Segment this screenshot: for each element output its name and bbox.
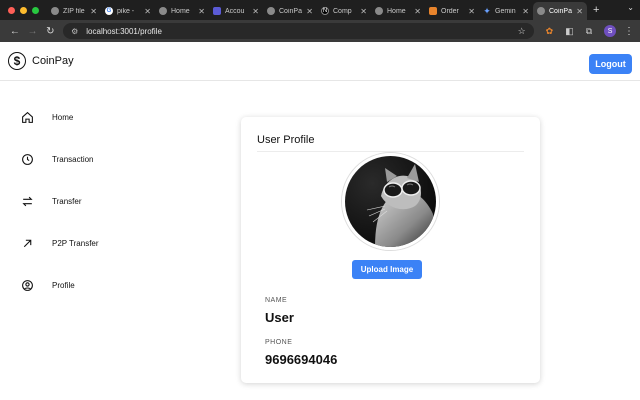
browser-tab[interactable]: Home ✕ (371, 2, 425, 20)
close-tab-icon[interactable]: ✕ (522, 7, 529, 16)
tab-title: Home (387, 7, 406, 15)
tab-search-chevron-icon[interactable]: ⌄ (627, 3, 634, 12)
browser-tab[interactable]: CoinPa ✕ (263, 2, 317, 20)
browser-tab[interactable]: Home ✕ (155, 2, 209, 20)
card-title: User Profile (257, 134, 315, 146)
profile-avatar[interactable]: S (604, 25, 616, 37)
home-icon (20, 110, 34, 124)
dollar-logo-icon: $ (8, 52, 26, 70)
close-tab-icon[interactable]: ✕ (90, 7, 97, 16)
tab-title: Gemin (495, 7, 516, 15)
sidebar: Home Transaction Transfer P2P Transfer P… (0, 81, 150, 400)
globe-icon (267, 7, 275, 15)
sidebar-item-transfer[interactable]: Transfer (20, 193, 82, 209)
arrow-up-right-icon (20, 236, 34, 250)
extension-icon[interactable]: ◧ (565, 26, 574, 37)
globe-icon (159, 7, 167, 15)
tab-title: CoinPa (279, 7, 302, 15)
tab-title: CoinPa (549, 7, 572, 15)
tab-title: Order (441, 7, 459, 15)
browser-tab-active[interactable]: CoinPa ✕ (533, 2, 587, 20)
logout-button[interactable]: Logout (589, 54, 632, 74)
tab-title: Home (171, 7, 190, 15)
close-window-button[interactable] (8, 7, 15, 14)
name-label: NAME (265, 297, 288, 304)
browser-tab[interactable]: N Comp ✕ (317, 2, 371, 20)
sidebar-item-profile[interactable]: Profile (20, 277, 75, 293)
profile-card: User Profile Upload Image NAME User PHON… (241, 117, 540, 383)
url-text: localhost:3001/profile (86, 26, 162, 36)
forward-arrow-icon[interactable]: → (24, 26, 42, 37)
phone-label: PHONE (265, 339, 293, 346)
sidebar-item-label: Transaction (52, 154, 94, 164)
browser-tab[interactable]: ZIP file ✕ (47, 2, 101, 20)
close-tab-icon[interactable]: ✕ (144, 7, 151, 16)
tab-title: Accou (225, 7, 245, 15)
name-value: User (265, 310, 294, 325)
clock-icon (20, 152, 34, 166)
arrows-left-right-icon (20, 194, 34, 208)
bookmark-star-icon[interactable]: ☆ (518, 26, 526, 37)
browser-toolbar: ← → ↻ ⚙ localhost:3001/profile ☆ ✿ ◧ ⧉ S… (0, 20, 640, 42)
close-tab-icon[interactable]: ✕ (576, 7, 583, 16)
upload-image-button[interactable]: Upload Image (352, 260, 422, 279)
browser-tab[interactable]: Accou ✕ (209, 2, 263, 20)
close-tab-icon[interactable]: ✕ (360, 7, 367, 16)
sidebar-item-transaction[interactable]: Transaction (20, 151, 94, 167)
window-controls (0, 7, 47, 20)
extensions-puzzle-icon[interactable]: ⧉ (586, 26, 592, 37)
profile-photo (342, 153, 439, 250)
globe-icon (375, 7, 383, 15)
reload-icon[interactable]: ↻ (41, 26, 59, 37)
sidebar-item-p2p-transfer[interactable]: P2P Transfer (20, 235, 99, 251)
cat-with-glasses-image (345, 156, 436, 247)
maximize-window-button[interactable] (32, 7, 39, 14)
user-circle-icon (20, 278, 34, 292)
close-tab-icon[interactable]: ✕ (252, 7, 259, 16)
browser-tab[interactable]: Order ✕ (425, 2, 479, 20)
close-tab-icon[interactable]: ✕ (306, 7, 313, 16)
browser-tab[interactable]: Gpike - ✕ (101, 2, 155, 20)
extension-icon[interactable]: ✿ (546, 26, 554, 37)
app-header: $ CoinPay Logout (0, 42, 640, 81)
sidebar-item-home[interactable]: Home (20, 109, 73, 125)
shield-icon (429, 7, 437, 15)
site-info-icon[interactable]: ⚙ (71, 27, 78, 36)
next-icon: N (321, 7, 329, 15)
github-icon (51, 7, 59, 15)
globe-icon (537, 7, 545, 15)
close-tab-icon[interactable]: ✕ (414, 7, 421, 16)
sidebar-item-label: P2P Transfer (52, 238, 99, 248)
tab-title: ZIP file (63, 7, 85, 15)
google-icon: G (105, 7, 113, 15)
sidebar-item-label: Transfer (52, 196, 82, 206)
browser-tabstrip: ZIP file ✕ Gpike - ✕ Home ✕ Accou ✕ CoinPa ✕ … (0, 0, 640, 20)
close-tab-icon[interactable]: ✕ (198, 7, 205, 16)
new-tab-button[interactable]: + (587, 4, 599, 20)
sidebar-item-label: Profile (52, 280, 75, 290)
back-arrow-icon[interactable]: ← (6, 26, 24, 37)
sidebar-item-label: Home (52, 112, 74, 122)
address-bar[interactable]: ⚙ localhost:3001/profile ☆ (63, 23, 534, 39)
browser-menu-icon[interactable]: ⋮ (624, 26, 634, 37)
account-icon (213, 7, 221, 15)
brand-name: CoinPay (32, 55, 74, 67)
minimize-window-button[interactable] (20, 7, 27, 14)
gemini-icon: ✦ (483, 5, 491, 16)
phone-value: 9696694046 (265, 352, 338, 367)
browser-tab[interactable]: ✦ Gemin ✕ (479, 2, 533, 20)
tab-title: Comp (333, 7, 352, 15)
close-tab-icon[interactable]: ✕ (468, 7, 475, 16)
tab-title: pike - (117, 7, 135, 15)
divider (257, 151, 524, 152)
